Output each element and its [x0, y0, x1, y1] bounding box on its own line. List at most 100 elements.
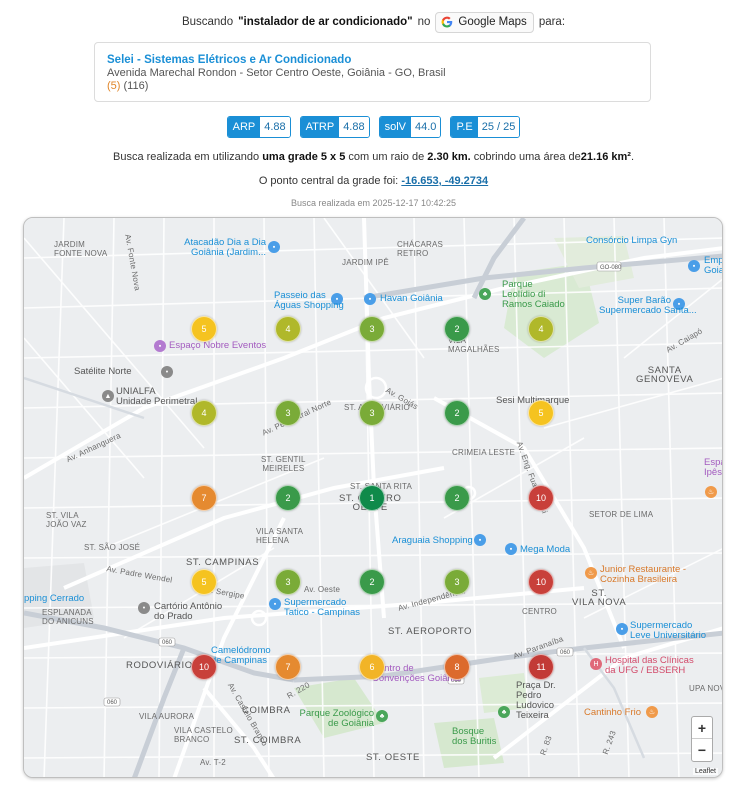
district-label: CRIMEIA LESTE — [452, 448, 516, 457]
rank-pin[interactable]: 3 — [444, 569, 470, 595]
svg-text:GO-080: GO-080 — [600, 265, 622, 271]
poi-araguaia[interactable]: Araguaia Shopping — [392, 536, 473, 546]
svg-text:060: 060 — [560, 650, 571, 656]
district-label: ST. OESTE — [366, 752, 420, 763]
poi-atacadao[interactable]: Atacadão Dia a Dia Goiânia (Jardim... — [184, 238, 266, 258]
place-icon[interactable]: • — [138, 602, 150, 614]
metric-value: 25 / 25 — [477, 117, 520, 137]
poi-super-barao[interactable]: Super Barão Supermercado Santa... — [599, 296, 697, 316]
restaurant-icon[interactable]: ♨ — [585, 567, 597, 579]
park-icon[interactable]: ♣ — [479, 288, 491, 300]
grid-area: 21.16 km² — [580, 151, 631, 163]
poi-camelodromo[interactable]: Camelódromo de Campinas — [211, 646, 271, 666]
metric-value: 4.88 — [339, 117, 369, 137]
road-label: Av. T-2 — [200, 758, 226, 767]
poi-consorcio[interactable]: Consórcio Limpa Gyn — [586, 236, 677, 246]
rank-pin[interactable]: 5 — [191, 316, 217, 342]
shop-icon[interactable]: ▪ — [364, 293, 376, 305]
road-label: Av. Oeste — [304, 585, 341, 594]
rank-pin[interactable]: 3 — [275, 569, 301, 595]
poi-espaco-nobre[interactable]: Espaço Nobre Eventos — [169, 341, 266, 351]
school-icon[interactable]: ▲ — [102, 390, 114, 402]
poi-praca[interactable]: Praça Dr. Pedro Ludovico Teixeira — [516, 681, 556, 721]
park-icon[interactable]: ♣ — [498, 706, 510, 718]
rank-pin[interactable]: 8 — [444, 654, 470, 680]
poi-shopping-cerrado[interactable]: pping Cerrado — [24, 594, 84, 604]
restaurant-icon[interactable]: ♨ — [646, 706, 658, 718]
shop-icon[interactable]: ▪ — [269, 598, 281, 610]
rank-pin[interactable]: 11 — [528, 654, 554, 680]
poi-leve[interactable]: Supermercado Leve Universitário — [630, 621, 706, 641]
shop-icon[interactable]: ▪ — [616, 623, 628, 635]
poi-cantinho[interactable]: Cantinho Frio — [584, 708, 641, 718]
rank-pin[interactable]: 5 — [528, 400, 554, 426]
zoom-out-button[interactable]: − — [692, 739, 712, 761]
rank-pin[interactable]: 7 — [275, 654, 301, 680]
map-view[interactable]: GO-080 060 060 060 060 JARDIM FONTE NOVA… — [23, 217, 723, 778]
rank-pin[interactable]: 2 — [444, 485, 470, 511]
poi-bosque[interactable]: Bosque dos Buritis — [452, 727, 496, 747]
rank-pin[interactable]: 4 — [528, 316, 554, 342]
rating-score: (5) — [107, 80, 121, 92]
event-icon[interactable]: ▪ — [154, 340, 166, 352]
rank-pin[interactable]: 2 — [444, 400, 470, 426]
rank-pin[interactable]: 7 — [191, 485, 217, 511]
grid-size: uma grade 5 x 5 — [262, 151, 346, 163]
search-summary: Busca realizada em utilizando uma grade … — [0, 151, 747, 163]
district-label: ST. VILA NOVA — [572, 588, 627, 608]
shop-icon[interactable]: ▪ — [688, 260, 700, 272]
poi-espa-ipes[interactable]: Espa Ipês I — [704, 458, 722, 478]
svg-text:060: 060 — [107, 700, 118, 706]
poi-unialfa[interactable]: UNIALFA Unidade Perimetral — [116, 387, 197, 407]
rank-pin[interactable]: 10 — [191, 654, 217, 680]
rank-pin[interactable]: 3 — [359, 400, 385, 426]
center-coords-link[interactable]: -16.653, -49.2734 — [401, 175, 488, 187]
search-timestamp: Busca realizada em 2025-12-17 10:42:25 — [290, 198, 457, 208]
google-maps-label: Google Maps — [458, 16, 527, 28]
rank-pin[interactable]: 1 — [359, 485, 385, 511]
rank-pin[interactable]: 10 — [528, 569, 554, 595]
district-label: JARDIM FONTE NOVA — [54, 240, 108, 258]
poi-hospital[interactable]: Hospital das Clínicas da UFG / EBSERH — [605, 656, 694, 676]
rank-pin[interactable]: 5 — [191, 569, 217, 595]
poi-zoologico[interactable]: Parque Zoológico de Goiânia — [296, 709, 374, 729]
place-icon[interactable]: • — [161, 366, 173, 378]
district-label: ST. AEROPORTO — [388, 626, 472, 637]
poi-empresa[interactable]: Emp Goia — [704, 256, 722, 276]
poi-mega-moda[interactable]: Mega Moda — [520, 545, 570, 555]
rank-pin[interactable]: 3 — [275, 400, 301, 426]
rank-pin[interactable]: 2 — [444, 316, 470, 342]
metric-label: solV — [379, 117, 412, 137]
map-attribution[interactable]: Leaflet — [692, 768, 718, 775]
shop-icon[interactable]: ▪ — [268, 241, 280, 253]
hospital-icon[interactable]: H — [590, 658, 602, 670]
rank-pin[interactable]: 6 — [359, 654, 385, 680]
district-label: SETOR DE LIMA — [589, 510, 654, 519]
metric-label: P.E — [451, 117, 478, 137]
poi-tatico[interactable]: Supermercado Tatico - Campinas — [284, 598, 360, 618]
district-label: VILA SANTA HELENA — [256, 527, 304, 545]
review-count: (116) — [123, 80, 149, 92]
poi-parque-leolidio[interactable]: Parque Leolídio di Ramos Caiado — [502, 280, 565, 310]
poi-satelite[interactable]: Satélite Norte — [74, 367, 132, 377]
restaurant-icon[interactable]: ♨ — [705, 486, 717, 498]
shop-icon[interactable]: ▪ — [474, 534, 486, 546]
metrics-bar: ARP 4.88 ATRP 4.88 solV 44.0 P.E 25 / 25 — [0, 116, 747, 138]
metric-atrp: ATRP 4.88 — [299, 116, 370, 138]
rank-pin[interactable]: 2 — [359, 569, 385, 595]
zoom-in-button[interactable]: + — [692, 717, 712, 739]
rank-pin[interactable]: 4 — [275, 316, 301, 342]
poi-passeio[interactable]: Passeio das Águas Shopping — [274, 291, 344, 311]
rank-pin[interactable]: 2 — [275, 485, 301, 511]
shop-icon[interactable]: ▪ — [505, 543, 517, 555]
rank-pin[interactable]: 10 — [528, 485, 554, 511]
poi-cartorio[interactable]: Cartório Antônio do Prado — [154, 602, 222, 622]
poi-junior[interactable]: Junior Restaurante - Cozinha Brasileira — [600, 565, 686, 585]
district-label: ST. VILA JOÃO VAZ — [46, 511, 87, 529]
google-maps-button[interactable]: Google Maps — [435, 11, 534, 33]
poi-havan[interactable]: Havan Goiânia — [380, 294, 443, 304]
rank-pin[interactable]: 3 — [359, 316, 385, 342]
rank-pin[interactable]: 4 — [191, 400, 217, 426]
park-icon[interactable]: ♣ — [376, 710, 388, 722]
business-name[interactable]: Selei - Sistemas Elétricos e Ar Condicio… — [107, 53, 638, 67]
